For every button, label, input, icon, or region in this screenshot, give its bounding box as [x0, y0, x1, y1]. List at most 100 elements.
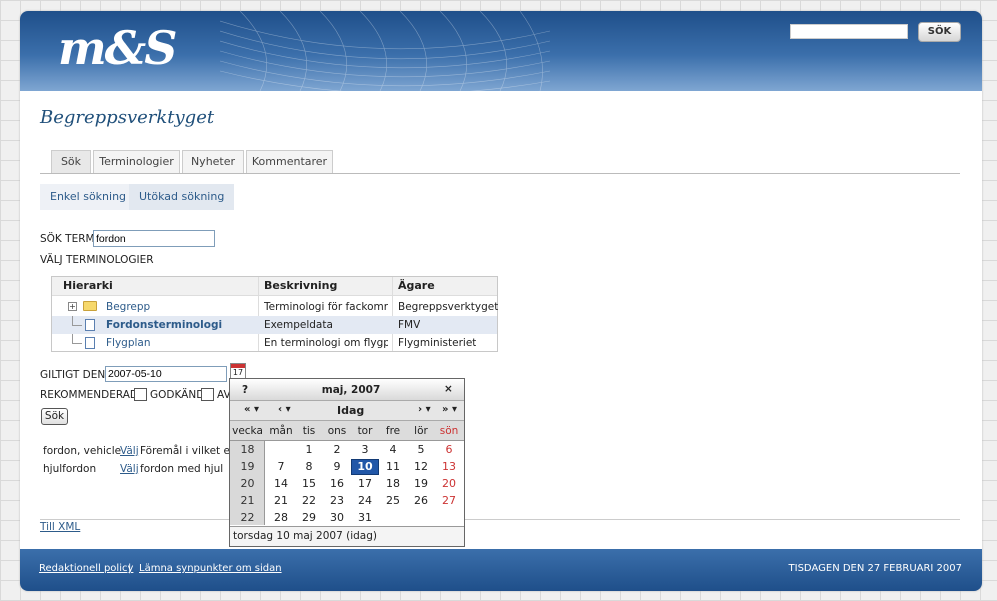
- page-title: Begreppsverktyget: [40, 107, 215, 128]
- calendar-day[interactable]: 31: [351, 511, 379, 524]
- calendar-day[interactable]: 4: [379, 443, 407, 456]
- calendar-day[interactable]: 16: [323, 477, 351, 490]
- tree-item-name[interactable]: Begrepp: [106, 301, 150, 313]
- calendar-day[interactable]: 14: [267, 477, 295, 490]
- calendar-day[interactable]: 26: [407, 494, 435, 507]
- column-hierarki[interactable]: Hierarki: [63, 279, 113, 292]
- av-checkbox[interactable]: [201, 388, 214, 401]
- tree-item-owner: Flygministeriet: [398, 337, 477, 349]
- calendar-day[interactable]: 30: [323, 511, 351, 524]
- subtab-advanced-search[interactable]: Utökad sökning: [129, 184, 235, 210]
- header-mesh-graphic: [220, 11, 550, 91]
- search-button[interactable]: Sök: [41, 408, 68, 425]
- result-choose-link[interactable]: Välj: [120, 463, 139, 475]
- calendar-day[interactable]: 13: [435, 460, 463, 473]
- tree-connector: [72, 316, 73, 325]
- term-input[interactable]: [93, 230, 215, 247]
- recommended-label: REKOMMENDERAD: [40, 389, 138, 401]
- logo[interactable]: m&S: [58, 21, 177, 75]
- calendar-day[interactable]: 27: [435, 494, 463, 507]
- calendar-day[interactable]: 6: [435, 443, 463, 456]
- calendar-icon-day: 17: [232, 368, 244, 377]
- choose-link[interactable]: Välj: [120, 445, 139, 457]
- page-frame: m&S SÖK Begreppsverktyget Sök Terminolog…: [20, 11, 982, 591]
- tab-nyheter[interactable]: Nyheter: [182, 150, 244, 173]
- calendar-help-button[interactable]: ?: [242, 384, 248, 396]
- prev-month-button[interactable]: ‹ ▾: [278, 404, 291, 415]
- column-beskrivning[interactable]: Beskrivning: [264, 279, 337, 292]
- calendar-day[interactable]: 11: [379, 460, 407, 473]
- result-choose-link[interactable]: Välj: [120, 445, 139, 457]
- calendar-day[interactable]: 24: [351, 494, 379, 507]
- tree-row[interactable]: + Begrepp Terminologi för fackområc Begr…: [52, 298, 498, 316]
- policy-link[interactable]: Redaktionell policy: [39, 563, 133, 574]
- week-header: vecka: [232, 425, 263, 437]
- calendar-month-title: maj, 2007: [321, 384, 381, 396]
- expand-icon[interactable]: +: [68, 302, 77, 311]
- calendar-day[interactable]: 15: [295, 477, 323, 490]
- week-number[interactable]: 20: [230, 477, 265, 490]
- calendar-day[interactable]: 5: [407, 443, 435, 456]
- header-search-input[interactable]: [790, 24, 908, 39]
- week-number[interactable]: 21: [230, 494, 265, 507]
- calendar-day[interactable]: 7: [267, 460, 295, 473]
- calendar-day[interactable]: 19: [407, 477, 435, 490]
- header: m&S SÖK: [20, 11, 982, 91]
- tree-item-name[interactable]: Fordonsterminologi: [106, 319, 222, 331]
- calendar-day[interactable]: 22: [295, 494, 323, 507]
- week-number[interactable]: 22: [230, 511, 265, 524]
- to-xml-link[interactable]: Till XML: [40, 521, 80, 533]
- choose-link[interactable]: Välj: [120, 463, 139, 475]
- calendar-icon[interactable]: 17: [230, 363, 246, 379]
- prev-month-icon: ‹: [278, 404, 283, 415]
- next-year-button[interactable]: » ▾: [442, 404, 457, 415]
- calendar-day[interactable]: 21: [267, 494, 295, 507]
- tab-terminologier[interactable]: Terminologier: [93, 150, 180, 173]
- calendar-day[interactable]: 20: [435, 477, 463, 490]
- tree-item-description: Terminologi för fackområc: [264, 301, 388, 313]
- weekday-label: lör: [414, 425, 428, 437]
- subtab-simple-search[interactable]: Enkel sökning: [40, 184, 137, 210]
- calendar-day[interactable]: 28: [267, 511, 295, 524]
- approved-checkbox[interactable]: [134, 388, 147, 401]
- folder-icon: [83, 301, 97, 311]
- calendar-day[interactable]: 29: [295, 511, 323, 524]
- week-number[interactable]: 19: [230, 460, 265, 473]
- calendar-day-today[interactable]: 10: [351, 459, 379, 475]
- tab-divider: [40, 173, 960, 174]
- column-agare[interactable]: Ägare: [398, 279, 435, 292]
- calendar-close-button[interactable]: ×: [444, 383, 453, 395]
- calendar-day[interactable]: 8: [295, 460, 323, 473]
- prev-year-button[interactable]: « ▾: [244, 404, 259, 415]
- calendar-day[interactable]: 17: [351, 477, 379, 490]
- calendar-day[interactable]: 18: [379, 477, 407, 490]
- terminologies-label: VÄLJ TERMINOLOGIER: [40, 254, 154, 266]
- calendar-day[interactable]: 23: [323, 494, 351, 507]
- valid-date-input[interactable]: [105, 366, 227, 382]
- calendar-day[interactable]: 25: [379, 494, 407, 507]
- calendar-day[interactable]: 1: [295, 443, 323, 456]
- tree-item-description: Exempeldata: [264, 319, 333, 331]
- terminology-tree: Hierarki Beskrivning Ägare + Begrepp Ter…: [51, 276, 498, 352]
- feedback-link[interactable]: Lämna synpunkter om sidan: [139, 563, 282, 574]
- next-month-button[interactable]: › ▾: [418, 404, 431, 415]
- tree-connector: [72, 334, 73, 343]
- weekday-label-sunday: sön: [439, 425, 459, 437]
- tree-row[interactable]: Flygplan En terminologi om flygplar Flyg…: [52, 334, 497, 352]
- calendar-day[interactable]: 2: [323, 443, 351, 456]
- tree-item-name[interactable]: Flygplan: [106, 337, 151, 349]
- calendar-status: torsdag 10 maj 2007 (idag): [230, 526, 464, 546]
- calendar-day[interactable]: 9: [323, 460, 351, 473]
- document-icon: [85, 337, 95, 349]
- calendar-day[interactable]: 12: [407, 460, 435, 473]
- tab-sok[interactable]: Sök: [51, 150, 91, 173]
- calendar-day[interactable]: 3: [351, 443, 379, 456]
- today-button[interactable]: Idag: [337, 404, 364, 417]
- header-search-button[interactable]: SÖK: [918, 22, 961, 42]
- tab-kommentarer[interactable]: Kommentarer: [246, 150, 333, 173]
- calendar-title-bar: ? maj, 2007 ×: [230, 379, 464, 401]
- tree-row-selected[interactable]: Fordonsterminologi Exempeldata FMV: [52, 316, 497, 334]
- calendar-popup[interactable]: ? maj, 2007 × « ▾ ‹ ▾ Idag › ▾ » ▾ vecka…: [229, 378, 465, 547]
- footer: Redaktionell policy | Lämna synpunkter o…: [20, 549, 982, 591]
- week-number[interactable]: 18: [230, 443, 265, 456]
